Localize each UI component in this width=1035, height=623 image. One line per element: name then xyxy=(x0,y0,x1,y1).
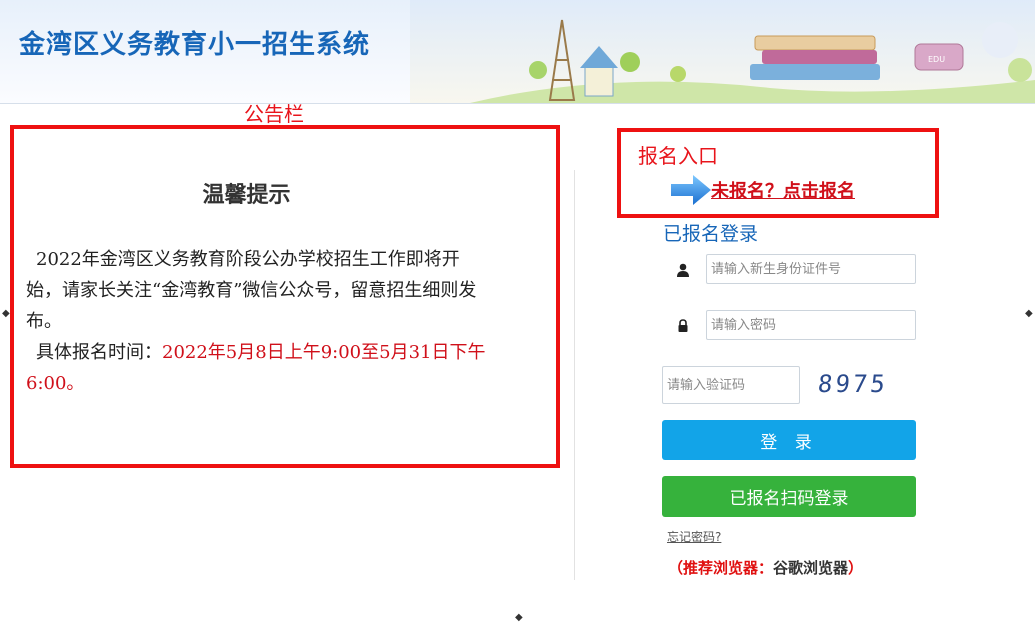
notice-paragraph: 2022年金湾区义务教育阶段公办学校招生工作即将开始，请家长关注“金湾教育”微信… xyxy=(26,249,477,332)
column-divider xyxy=(574,170,575,580)
captcha-input[interactable] xyxy=(662,366,800,404)
browser-tip-name: 谷歌浏览器 xyxy=(773,559,849,577)
id-number-input[interactable] xyxy=(706,254,916,284)
browser-tip-open: （推荐浏览器： xyxy=(668,559,774,577)
browser-recommendation: （推荐浏览器：谷歌浏览器） xyxy=(668,557,863,578)
forgot-password-link[interactable]: 忘记密码? xyxy=(667,528,721,545)
header-illustration: EDU xyxy=(410,0,1035,103)
page-header: 金湾区义务教育小一招生系统 EDU xyxy=(0,0,1035,104)
login-button[interactable]: 登 录 xyxy=(662,420,916,460)
register-entry-label: 报名入口 xyxy=(638,144,718,168)
resize-handle-right: ◆ xyxy=(1025,308,1033,319)
lock-icon xyxy=(678,319,688,332)
svg-text:EDU: EDU xyxy=(928,55,945,64)
captcha-image[interactable]: 8975 xyxy=(817,370,890,398)
register-link[interactable]: 未报名？点击报名 xyxy=(711,177,855,203)
site-title: 金湾区义务教育小一招生系统 xyxy=(19,30,371,60)
arrow-right-icon xyxy=(671,175,711,205)
notice-board-label: 公告栏 xyxy=(244,102,304,126)
register-entry-box: 报名入口 未报名？点击报名 xyxy=(617,128,939,218)
scan-login-button[interactable]: 已报名扫码登录 xyxy=(662,476,916,517)
login-heading: 已报名登录 xyxy=(663,223,759,245)
resize-handle-left: ◆ xyxy=(2,308,10,319)
user-icon xyxy=(677,263,689,277)
browser-tip-close: ） xyxy=(848,559,864,577)
registration-time-label: 具体报名时间： xyxy=(36,342,162,363)
notice-body: 2022年金湾区义务教育阶段公办学校招生工作即将开始，请家长关注“金湾教育”微信… xyxy=(26,244,490,399)
resize-handle-bottom: ◆ xyxy=(515,612,523,623)
notice-title: 温馨提示 xyxy=(202,182,291,208)
password-input[interactable] xyxy=(706,310,916,340)
notice-board: 温馨提示 2022年金湾区义务教育阶段公办学校招生工作即将开始，请家长关注“金湾… xyxy=(10,125,560,468)
